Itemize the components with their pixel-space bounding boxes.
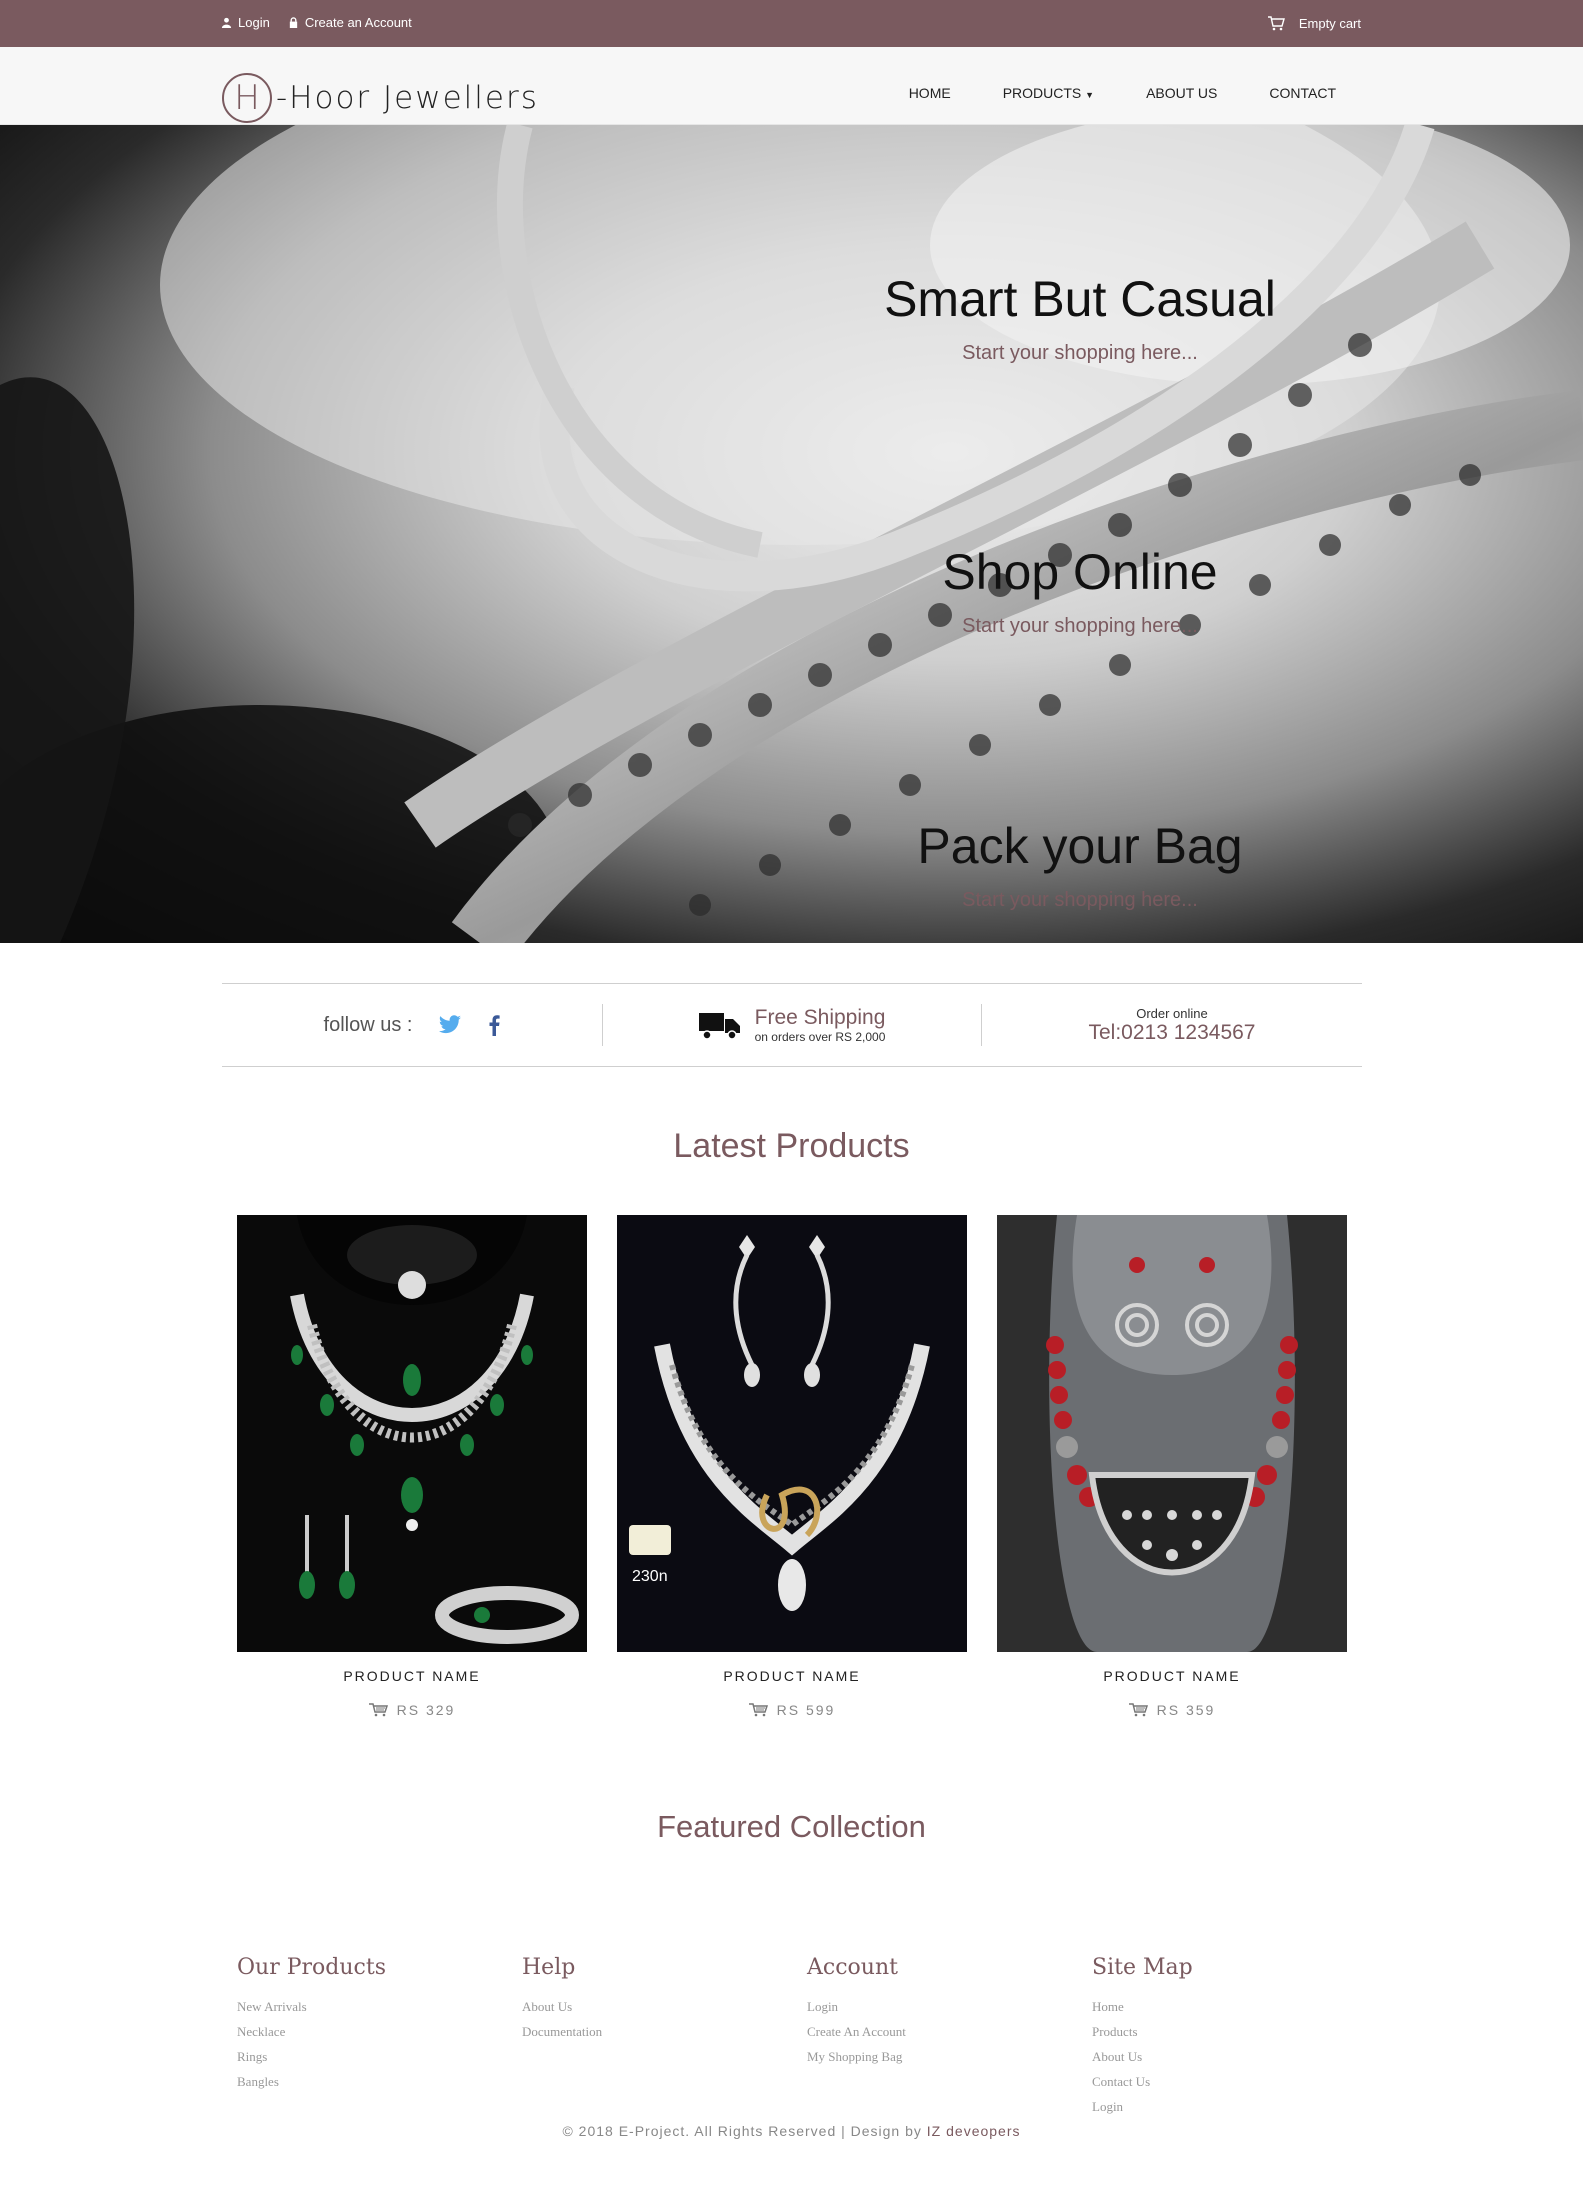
cart-icon xyxy=(1267,16,1285,31)
main-nav: HOME PRODUCTS ▼ ABOUT US CONTACT xyxy=(909,85,1336,101)
footer-link[interactable]: About Us xyxy=(1092,2044,1332,2069)
hero-slide: Pack your Bag Start your shopping here..… xyxy=(870,817,1290,912)
create-account-link[interactable]: Create an Account xyxy=(288,15,412,30)
product-image[interactable]: 230n xyxy=(617,1215,967,1652)
footer-link[interactable]: Bangles xyxy=(237,2069,477,2094)
free-shipping: Free Shipping on orders over RS 2,000 xyxy=(603,984,981,1066)
product-name[interactable]: PRODUCT NAME xyxy=(997,1668,1347,1684)
featured-collection-title: Featured Collection xyxy=(657,1809,926,1844)
price-cart-icon xyxy=(748,1703,768,1717)
diamond-necklace-image: 230n xyxy=(617,1215,967,1652)
hero-slider[interactable]: Smart But Casual Start your shopping her… xyxy=(0,125,1583,943)
footer-heading: Account xyxy=(807,1955,898,1980)
hero-slide-subtitle[interactable]: Start your shopping here... xyxy=(870,889,1290,912)
facebook-icon[interactable] xyxy=(488,1014,501,1036)
footer-heading: Help xyxy=(522,1955,576,1980)
footer-link[interactable]: Documentation xyxy=(522,2019,762,2044)
price-cart-icon xyxy=(1128,1703,1148,1717)
nav-products[interactable]: PRODUCTS ▼ xyxy=(1003,85,1094,101)
svg-text:230n: 230n xyxy=(632,1568,668,1585)
copyright-text: © 2018 E-Project. All Rights Reserved | … xyxy=(562,2123,922,2139)
hero-slide-subtitle[interactable]: Start your shopping here... xyxy=(870,342,1290,365)
twitter-icon[interactable] xyxy=(438,1015,462,1035)
footer-link[interactable]: Create An Account xyxy=(807,2019,1047,2044)
product-image[interactable] xyxy=(237,1215,587,1652)
info-strip: follow us : Free Shipping on orders over… xyxy=(222,983,1362,1067)
red-bead-necklace-image xyxy=(997,1215,1347,1652)
nav-home[interactable]: HOME xyxy=(909,85,951,101)
product-card[interactable]: PRODUCT NAME RS 359 xyxy=(997,1215,1347,1718)
order-phone[interactable]: Tel:0213 1234567 xyxy=(1089,1021,1256,1045)
footer-link[interactable]: Login xyxy=(807,1994,1047,2019)
logo-mark: H xyxy=(222,73,272,123)
hero-slide-title: Pack your Bag xyxy=(917,818,1243,874)
user-icon xyxy=(221,17,232,28)
product-price-label: RS 329 xyxy=(396,1702,456,1718)
footer-link[interactable]: Login xyxy=(1092,2094,1332,2119)
product-image[interactable] xyxy=(997,1215,1347,1652)
necklace-image xyxy=(237,1215,587,1652)
nav-contact[interactable]: CONTACT xyxy=(1269,85,1336,101)
shipping-subtitle: on orders over RS 2,000 xyxy=(754,1030,886,1044)
footer-column-help: Help About Us Documentation xyxy=(522,1955,762,2044)
follow-us: follow us : xyxy=(222,984,602,1066)
lock-icon xyxy=(289,17,297,28)
cart-label: Empty cart xyxy=(1298,15,1361,31)
shipping-title: Free Shipping xyxy=(754,1006,886,1029)
footer-link[interactable]: Products xyxy=(1092,2019,1332,2044)
footer-link[interactable]: About Us xyxy=(522,1994,762,2019)
order-online: Order online Tel:0213 1234567 xyxy=(982,984,1362,1066)
login-label: Login xyxy=(238,15,270,30)
hero-slide-title: Shop Online xyxy=(942,544,1218,600)
order-label: Order online xyxy=(1136,1005,1208,1021)
product-card[interactable]: PRODUCT NAME RS 329 xyxy=(237,1215,587,1718)
latest-products-title: Latest Products xyxy=(673,1127,910,1165)
footer-heading: Site Map xyxy=(1092,1955,1193,1980)
product-price-label: RS 359 xyxy=(1156,1702,1216,1718)
nav-products-label: PRODUCTS xyxy=(1002,85,1082,101)
footer-link[interactable]: Rings xyxy=(237,2044,477,2069)
caret-down-icon: ▼ xyxy=(1085,90,1095,100)
hero-slide-title: Smart But Casual xyxy=(884,271,1276,327)
product-price: RS 359 xyxy=(997,1702,1347,1718)
site-header: H -Hoor Jewellers HOME PRODUCTS ▼ ABOUT … xyxy=(0,47,1583,125)
hero-slide: Shop Online Start your shopping here... xyxy=(870,543,1290,638)
follow-label: follow us : xyxy=(323,1013,413,1036)
footer-link[interactable]: Necklace xyxy=(237,2019,477,2044)
footer-column-products: Our Products New Arrivals Necklace Rings… xyxy=(237,1955,477,2094)
developer-link[interactable]: IZ deveopers xyxy=(927,2123,1021,2139)
product-name[interactable]: PRODUCT NAME xyxy=(237,1668,587,1684)
hero-slide: Smart But Casual Start your shopping her… xyxy=(870,270,1290,365)
product-price: RS 329 xyxy=(237,1702,587,1718)
create-account-label: Create an Account xyxy=(304,15,412,30)
footer-column-sitemap: Site Map Home Products About Us Contact … xyxy=(1092,1955,1332,2119)
product-price-label: RS 599 xyxy=(776,1702,836,1718)
product-price: RS 599 xyxy=(617,1702,967,1718)
login-link[interactable]: Login xyxy=(221,15,270,30)
logo-text: -Hoor Jewellers xyxy=(276,80,539,116)
footer-link[interactable]: New Arrivals xyxy=(237,1994,477,2019)
footer-link[interactable]: Home xyxy=(1092,1994,1332,2019)
bangles-image xyxy=(0,125,1583,943)
truck-icon xyxy=(698,1013,740,1040)
product-name[interactable]: PRODUCT NAME xyxy=(617,1668,967,1684)
price-cart-icon xyxy=(368,1703,388,1717)
product-card[interactable]: 230n PRODUCT NAME RS 599 xyxy=(617,1215,967,1718)
nav-about[interactable]: ABOUT US xyxy=(1146,85,1217,101)
top-bar: Login Create an Account Empty cart xyxy=(0,0,1583,47)
footer-column-account: Account Login Create An Account My Shopp… xyxy=(807,1955,1047,2069)
copyright: © 2018 E-Project. All Rights Reserved | … xyxy=(0,2123,1583,2139)
cart-link[interactable]: Empty cart xyxy=(1267,15,1361,31)
footer-link[interactable]: Contact Us xyxy=(1092,2069,1332,2094)
footer-heading: Our Products xyxy=(237,1955,386,1980)
logo[interactable]: H -Hoor Jewellers xyxy=(222,73,539,123)
hero-slide-subtitle[interactable]: Start your shopping here... xyxy=(870,615,1290,638)
footer-link[interactable]: My Shopping Bag xyxy=(807,2044,1047,2069)
